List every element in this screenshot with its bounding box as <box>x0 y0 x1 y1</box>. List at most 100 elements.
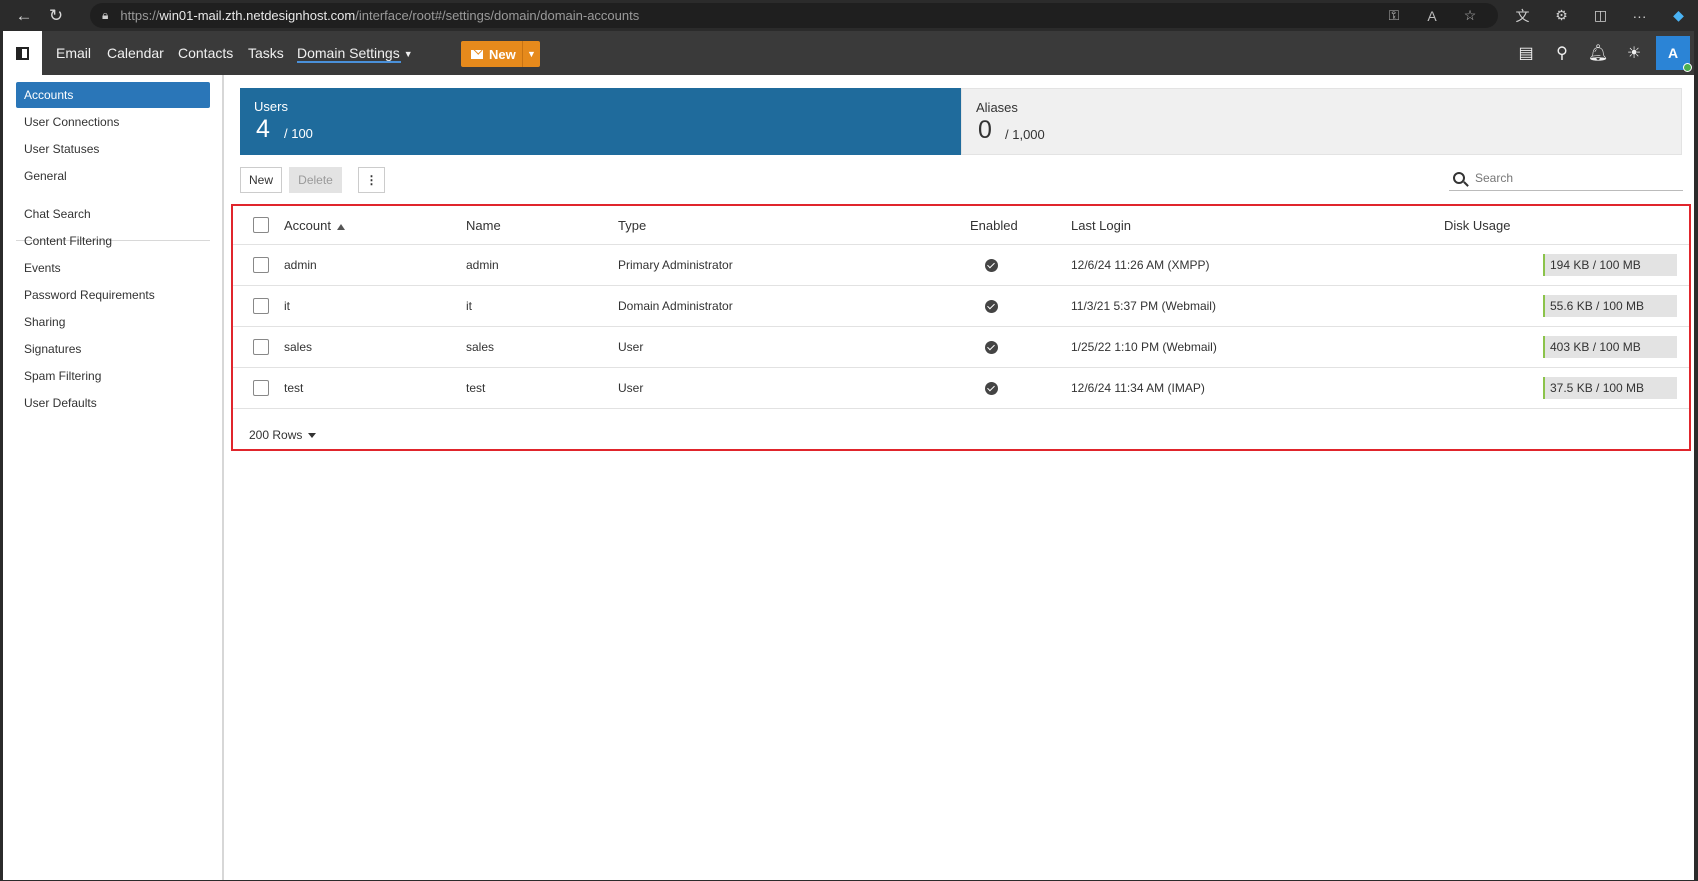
select-all-checkbox[interactable] <box>253 217 269 233</box>
cell-last-login: 12/6/24 11:26 AM (XMPP) <box>1071 258 1210 272</box>
rows-per-page-select[interactable]: 200 Rows <box>249 428 317 442</box>
sidebar-item-signatures[interactable]: Signatures <box>16 336 210 362</box>
delete-button[interactable]: Delete <box>289 167 342 193</box>
url-text: https://win01-mail.zth.netdesignhost.com… <box>120 8 640 23</box>
app-window: Email Calendar Contacts Tasks Domain Set… <box>3 31 1694 880</box>
nav-contacts[interactable]: Contacts <box>178 31 233 75</box>
column-last-login[interactable]: Last Login <box>1071 218 1131 233</box>
cell-last-login: 12/6/24 11:34 AM (IMAP) <box>1071 381 1205 395</box>
cell-type: Primary Administrator <box>618 258 733 272</box>
address-bar[interactable]: 🔒︎ https://win01-mail.zth.netdesignhost.… <box>90 3 1498 28</box>
table-row[interactable]: admin admin Primary Administrator 12/6/2… <box>233 245 1689 286</box>
aliases-limit: / 1,000 <box>1005 127 1045 142</box>
aliases-stat-card[interactable]: Aliases 0 / 1,000 <box>961 88 1682 155</box>
back-icon[interactable]: ← <box>8 0 40 31</box>
search-icon[interactable]: ⚲ <box>1544 31 1580 75</box>
new-account-button[interactable]: New <box>240 167 282 193</box>
new-item-button[interactable]: New ▼ <box>461 41 540 67</box>
search-input[interactable] <box>1475 170 1665 185</box>
theme-sun-icon[interactable]: ☀ <box>1616 31 1652 75</box>
search-icon <box>1453 171 1465 184</box>
chevron-down-icon <box>308 433 317 439</box>
sidebar-toggle-icon[interactable] <box>3 31 42 75</box>
column-enabled[interactable]: Enabled <box>970 218 1018 233</box>
aliases-label: Aliases <box>976 100 1018 115</box>
sidebar-item-user-connections[interactable]: User Connections <box>16 109 210 135</box>
sidebar-item-user-statuses[interactable]: User Statuses <box>16 136 210 162</box>
users-count: 4 <box>256 115 270 143</box>
sidebar: Accounts User Connections User Statuses … <box>3 75 224 880</box>
table-row[interactable]: it it Domain Administrator 11/3/21 5:37 … <box>233 286 1689 327</box>
browser-toolbar: ← ↻ 🔒︎ https://win01-mail.zth.netdesignh… <box>0 0 1698 31</box>
cell-name: sales <box>466 340 495 354</box>
disk-usage-bar: 403 KB / 100 MB <box>1543 336 1677 358</box>
rows-per-page-label: 200 Rows <box>249 428 303 442</box>
avatar[interactable]: A <box>1656 36 1692 72</box>
more-options-icon[interactable]: ··· <box>1620 8 1659 24</box>
sort-ascending-icon <box>336 223 345 230</box>
table-row[interactable]: sales sales User 1/25/22 1:10 PM (Webmai… <box>233 327 1689 368</box>
sidebar-item-content-filtering[interactable]: Content Filtering <box>16 228 210 254</box>
copilot-icon[interactable]: ◆ <box>1659 7 1698 24</box>
key-icon[interactable]: ⚿ <box>1376 7 1412 24</box>
row-checkbox[interactable] <box>253 380 269 396</box>
cell-last-login: 1/25/22 1:10 PM (Webmail) <box>1071 340 1217 354</box>
row-checkbox[interactable] <box>253 339 269 355</box>
column-disk-usage[interactable]: Disk Usage <box>1444 218 1510 233</box>
new-item-label: New <box>489 46 516 62</box>
search-box <box>1449 165 1683 191</box>
nav-email[interactable]: Email <box>56 31 91 75</box>
table-header: Account Name Type Enabled Last Login Dis… <box>233 206 1689 245</box>
users-label: Users <box>254 99 288 114</box>
column-account-label: Account <box>284 218 331 233</box>
cell-name: it <box>466 299 472 313</box>
lock-icon: 🔒︎ <box>102 8 109 22</box>
column-type[interactable]: Type <box>618 218 646 233</box>
row-checkbox[interactable] <box>253 298 269 314</box>
sidebar-item-general[interactable]: General <box>16 163 210 189</box>
column-account[interactable]: Account <box>284 218 345 233</box>
new-dropdown-icon[interactable]: ▼ <box>523 41 540 67</box>
sidebar-item-user-defaults[interactable]: User Defaults <box>16 390 210 416</box>
read-aloud-icon[interactable]: A <box>1414 8 1450 24</box>
reload-icon[interactable]: ↻ <box>40 0 72 31</box>
nav-calendar[interactable]: Calendar <box>107 31 164 75</box>
bell-icon[interactable]: 🔔︎ <box>1580 31 1616 75</box>
nav-domain-settings[interactable]: Domain Settings ▼ <box>297 31 413 75</box>
aliases-count: 0 <box>978 116 992 144</box>
users-limit: / 100 <box>284 126 313 141</box>
column-name[interactable]: Name <box>466 218 501 233</box>
enabled-check-icon <box>985 341 998 354</box>
sidebar-item-events[interactable]: Events <box>16 255 210 281</box>
translate-icon[interactable]: 文 <box>1503 6 1542 26</box>
table-row[interactable]: test test User 12/6/24 11:34 AM (IMAP) 3… <box>233 368 1689 409</box>
online-status-dot <box>1683 63 1692 72</box>
disk-usage-bar: 194 KB / 100 MB <box>1543 254 1677 276</box>
cell-type: User <box>618 381 644 395</box>
avatar-initial: A <box>1667 45 1679 61</box>
cell-name: admin <box>466 258 499 272</box>
nav-tasks[interactable]: Tasks <box>248 31 284 75</box>
sidebar-item-spam-filtering[interactable]: Spam Filtering <box>16 363 210 389</box>
favorite-star-icon[interactable]: ☆ <box>1452 7 1488 24</box>
cell-account: admin <box>284 258 317 272</box>
sidebar-item-accounts[interactable]: Accounts <box>16 82 210 108</box>
nav-domain-settings-label: Domain Settings <box>297 45 400 61</box>
cell-type: User <box>618 340 644 354</box>
chevron-down-icon: ▼ <box>403 49 413 60</box>
more-actions-icon[interactable]: ⋮ <box>358 167 385 193</box>
cell-account: sales <box>284 340 313 354</box>
cell-name: test <box>466 381 486 395</box>
extensions-icon[interactable]: ⚙ <box>1542 7 1581 24</box>
chat-icon[interactable]: ▤ <box>1508 31 1544 75</box>
enabled-check-icon <box>985 300 998 313</box>
envelope-icon <box>471 49 483 59</box>
sidebar-item-password-requirements[interactable]: Password Requirements <box>16 282 210 308</box>
disk-usage-bar: 37.5 KB / 100 MB <box>1543 377 1677 399</box>
users-stat-card[interactable]: Users 4 / 100 <box>240 88 961 155</box>
sidebar-item-sharing[interactable]: Sharing <box>16 309 210 335</box>
sidebar-item-chat-search[interactable]: Chat Search <box>16 201 210 227</box>
row-checkbox[interactable] <box>253 257 269 273</box>
split-screen-icon[interactable]: ◫ <box>1581 7 1620 24</box>
top-navigation: Email Calendar Contacts Tasks Domain Set… <box>3 31 1694 75</box>
